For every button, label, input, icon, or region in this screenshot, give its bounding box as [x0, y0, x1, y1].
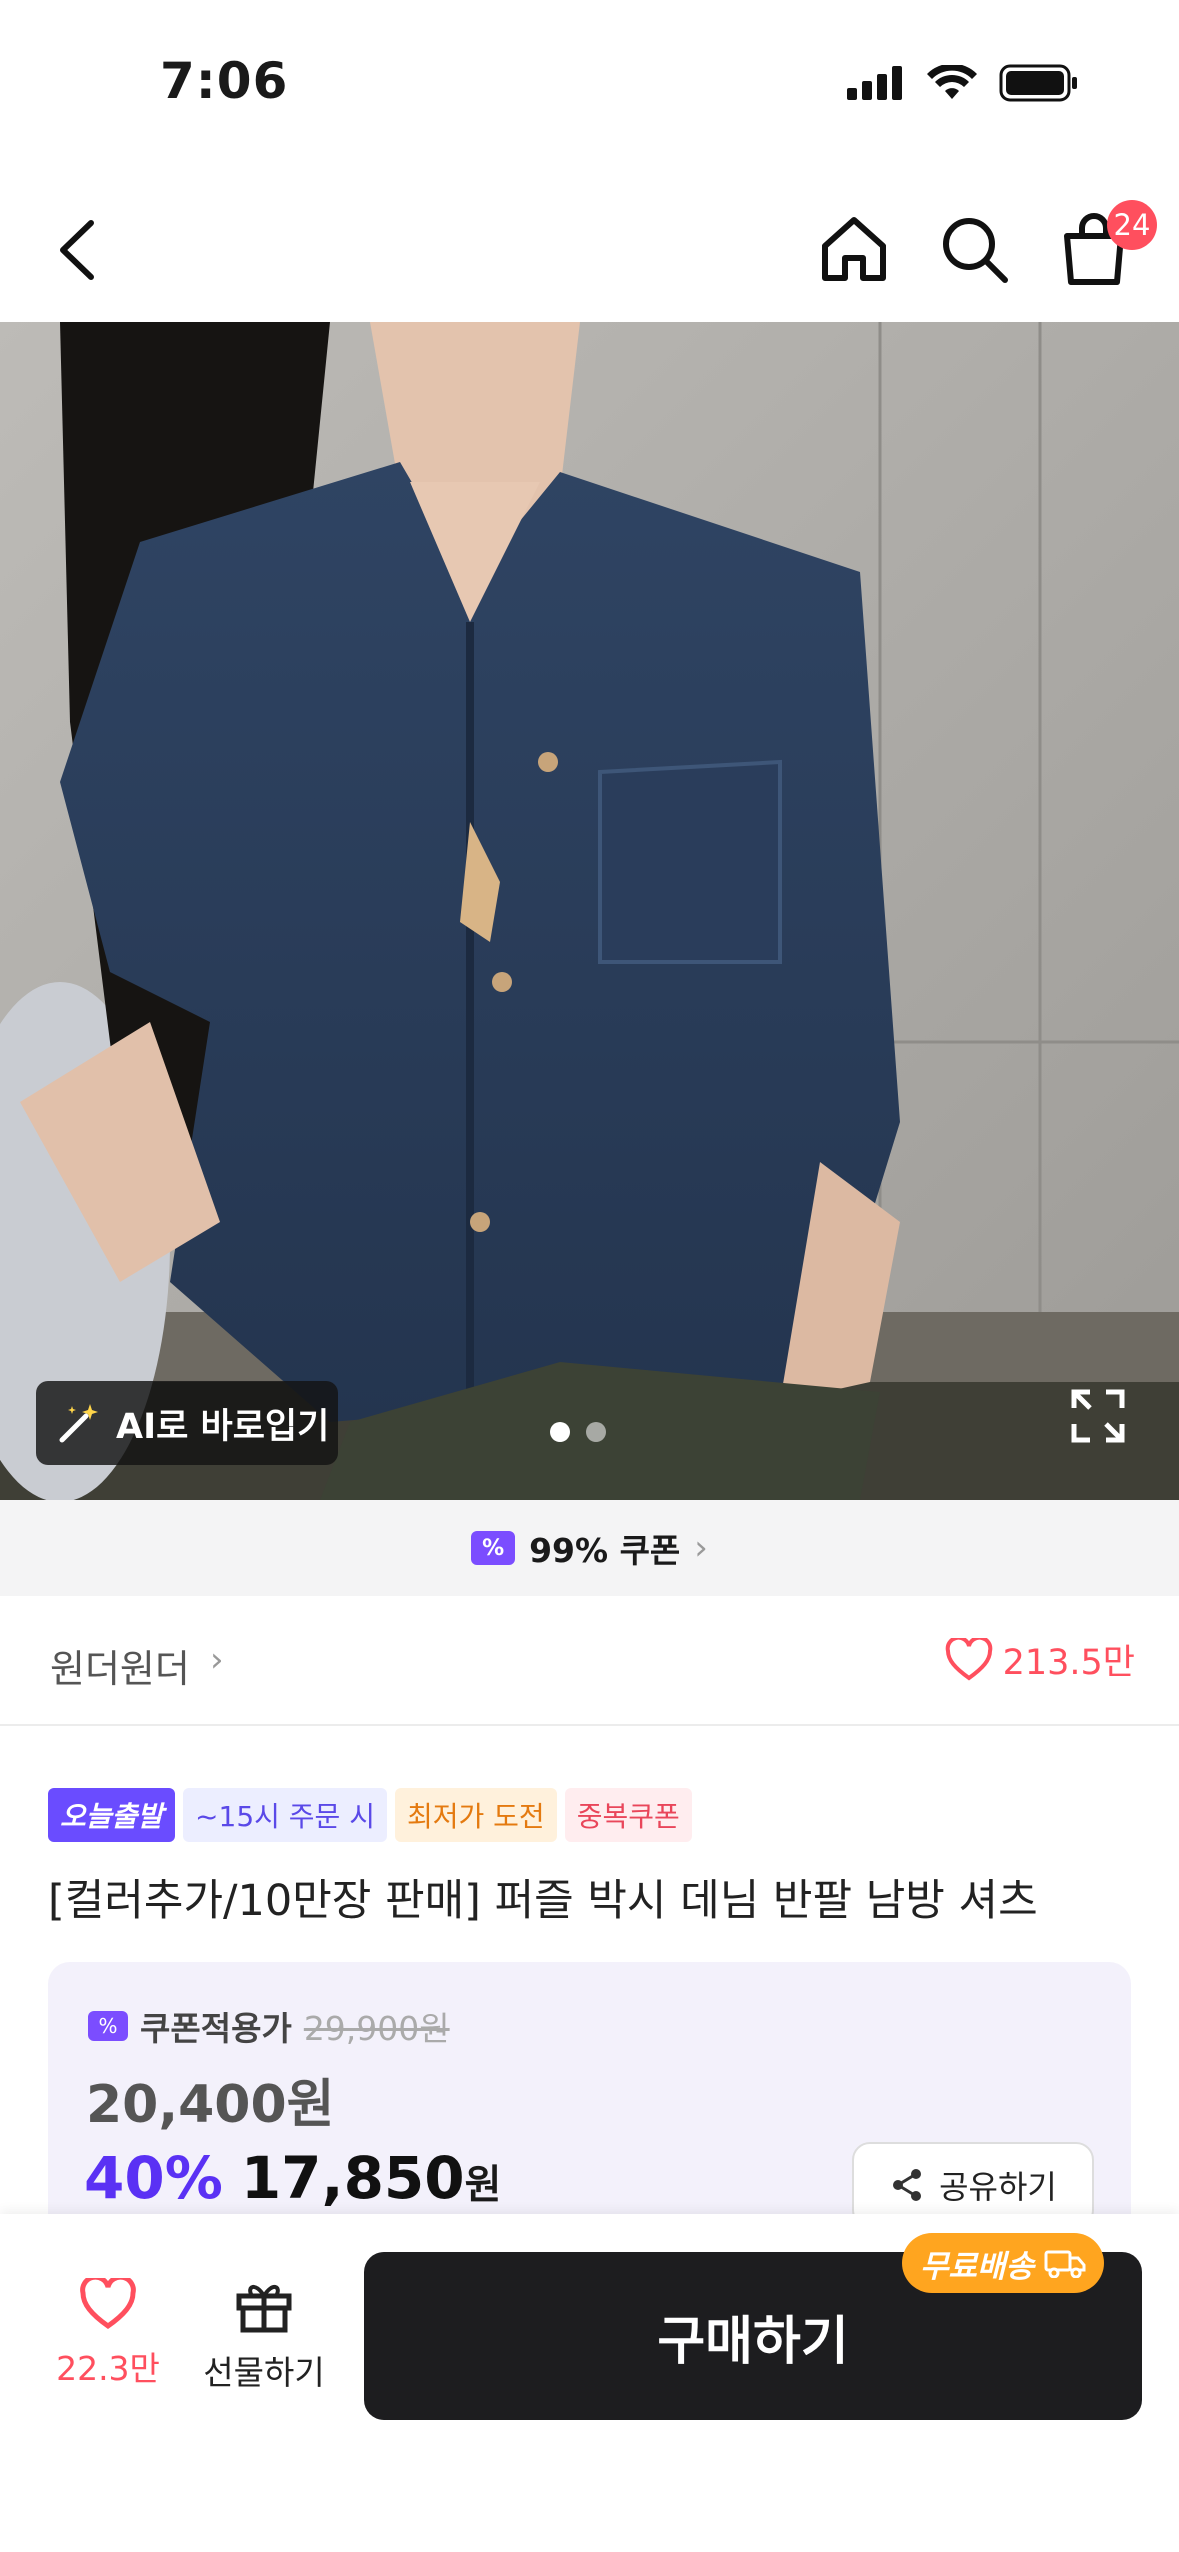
expand-icon: [1071, 1389, 1125, 1443]
share-label: 공유하기: [939, 2168, 1057, 2206]
price-box: % 쿠폰적용가 29,900원 20,400원 40% 17,850원 공유하기: [48, 1962, 1131, 2228]
gift-button[interactable]: 선물하기: [196, 2278, 332, 2394]
final-price-group: 17,850원: [241, 2144, 502, 2212]
gift-icon: [236, 2285, 292, 2333]
tag-today-shipping: 오늘출발: [48, 1788, 176, 1842]
ai-try-on-button[interactable]: AI로 바로입기: [36, 1381, 338, 1465]
coupon-price-label: 쿠폰적용가: [140, 2009, 292, 2048]
heart-icon: [80, 2278, 136, 2330]
product-photo: [0, 322, 1179, 1500]
store-row: 원더원더 › 213.5만: [0, 1596, 1179, 1726]
search-icon: [943, 218, 1008, 283]
expand-button[interactable]: [1068, 1386, 1128, 1446]
currency-unit: 원: [464, 2162, 502, 2208]
cart-count-badge: 24: [1107, 200, 1157, 250]
final-price: 17,850: [240, 2144, 465, 2212]
store-name[interactable]: 원더원더: [50, 1638, 190, 1693]
discount-percent: 40%: [84, 2144, 223, 2212]
coupon-banner[interactable]: % 99% 쿠폰 ›: [0, 1500, 1179, 1596]
chevron-right-icon: ›: [210, 1640, 224, 1680]
tag-duplicate-coupon: 중복쿠폰: [564, 1788, 692, 1842]
wifi-icon: [927, 65, 977, 99]
magic-wand-icon: [59, 1404, 98, 1443]
share-icon: [893, 2169, 922, 2201]
product-title: [컬러추가/10만장 판매] 퍼즐 박시 데님 반팔 남방 셔츠: [48, 1876, 1038, 1926]
heart-icon: [945, 1637, 992, 1680]
pagination-dot-2: [586, 1422, 606, 1442]
coupon-banner-label: 99% 쿠폰: [529, 1531, 681, 1570]
gift-label: 선물하기: [203, 2353, 325, 2392]
like-count: 22.3만: [56, 2349, 160, 2388]
chevron-right-icon: ›: [694, 1528, 708, 1568]
product-image[interactable]: [0, 322, 1179, 1500]
cellular-signal-icon: [847, 66, 902, 100]
coupon-price-label-row: % 쿠폰적용가 29,900원: [88, 2002, 450, 2050]
status-time: 7:06: [160, 52, 289, 110]
battery-icon: [999, 64, 1077, 102]
coupon-icon: %: [88, 2011, 128, 2041]
nav-bar: [0, 170, 1179, 322]
search-button[interactable]: [935, 210, 1013, 288]
image-pagination: [550, 1422, 606, 1442]
home-icon: [822, 217, 886, 281]
tag-lowest-price: 최저가 도전: [394, 1788, 557, 1842]
store-like-count: 213.5만: [1002, 1643, 1135, 1683]
truck-icon: [1044, 2250, 1086, 2278]
coupon-icon: %: [471, 1531, 516, 1565]
like-button[interactable]: 22.3만: [50, 2278, 166, 2390]
product-tags: 오늘출발 ~15시 주문 시 최저가 도전 중복쿠폰: [48, 1788, 692, 1842]
status-bar: 7:06: [0, 0, 1179, 170]
back-button[interactable]: [42, 210, 112, 290]
store-like-button[interactable]: 213.5만: [945, 1634, 1135, 1685]
ai-try-on-label: AI로 바로입기: [116, 1406, 330, 1447]
pagination-dot-1: [550, 1422, 570, 1442]
free-shipping-badge: 무료배송: [902, 2233, 1105, 2293]
tag-order-deadline: ~15시 주문 시: [183, 1788, 387, 1842]
coupon-price: 20,400원: [86, 2075, 335, 2135]
home-button[interactable]: [815, 210, 893, 288]
chevron-left-icon: [60, 220, 94, 280]
free-shipping-label: 무료배송: [920, 2248, 1035, 2285]
final-price-row: 40% 17,850원: [84, 2144, 501, 2212]
buy-label: 구매하기: [657, 2311, 849, 2372]
original-price: 29,900원: [303, 2009, 450, 2048]
status-icons: [847, 64, 1079, 102]
